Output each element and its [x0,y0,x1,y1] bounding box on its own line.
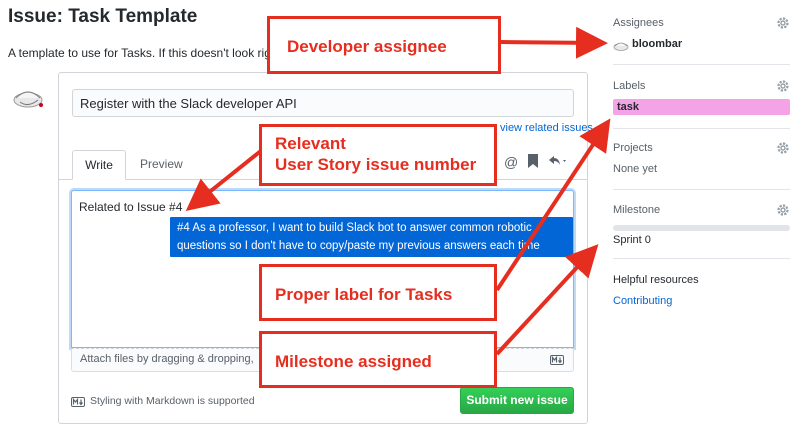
projects-value: None yet [613,163,658,175]
author-avatar-icon [10,78,46,114]
callout-developer-assignee: Developer assignee [267,16,501,74]
markdown-hint[interactable]: Styling with Markdown is supported [90,395,255,407]
attach-files-text: Attach files by dragging & dropping, [80,353,254,365]
assignees-heading[interactable]: Assignees [613,17,664,29]
milestone-progress-bar [613,225,790,231]
sidebar-divider [613,64,790,65]
gear-icon[interactable] [776,16,790,30]
assignee-avatar-icon [613,38,629,52]
markdown-icon [71,396,85,410]
suggestion-line-2: questions so I don't have to copy/paste … [177,240,540,252]
labels-heading[interactable]: Labels [613,80,645,92]
milestone-heading[interactable]: Milestone [613,204,660,216]
arrow-to-assignee [500,26,608,59]
gear-icon[interactable] [776,203,790,217]
sidebar-divider [613,189,790,190]
view-related-issues-link[interactable]: view related issues [500,122,593,134]
issue-body-text: Related to Issue #4 [79,200,183,214]
contributing-link[interactable]: Contributing [613,295,672,307]
callout-story-line2: User Story issue number [275,155,477,174]
sidebar-divider [613,128,790,129]
callout-task-label: Proper label for Tasks [259,264,497,321]
issue-title-input[interactable] [72,89,574,117]
tab-preview[interactable]: Preview [128,150,195,180]
sidebar-divider [613,258,790,259]
callout-label-text: Proper label for Tasks [275,285,453,304]
projects-heading[interactable]: Projects [613,142,653,154]
assignee-username[interactable]: bloombar [632,38,682,50]
submit-new-issue-button[interactable]: Submit new issue [460,387,574,414]
callout-milestone: Milestone assigned [259,331,497,388]
label-task[interactable]: task [613,99,790,115]
gear-icon[interactable] [776,79,790,93]
markdown-icon [550,354,564,368]
callout-story-line1: Relevant [275,134,346,153]
bookmark-icon[interactable] [528,154,538,172]
gear-icon[interactable] [776,141,790,155]
milestone-value[interactable]: Sprint 0 [613,234,651,246]
callout-milestone-text: Milestone assigned [275,352,432,371]
tab-write[interactable]: Write [72,150,126,180]
issue-suggestion-item[interactable]: #4 As a professor, I want to build Slack… [170,217,573,257]
reply-icon[interactable] [548,154,568,172]
template-description: A template to use for Tasks. If this doe… [8,46,270,60]
helpful-resources-heading: Helpful resources [613,274,699,286]
callout-user-story: Relevant User Story issue number [259,124,497,186]
mention-icon[interactable]: @ [504,154,518,172]
suggestion-line-1: #4 As a professor, I want to build Slack… [177,222,532,234]
page-title: Issue: Task Template [8,6,198,27]
callout-developer-text: Developer assignee [287,37,447,56]
